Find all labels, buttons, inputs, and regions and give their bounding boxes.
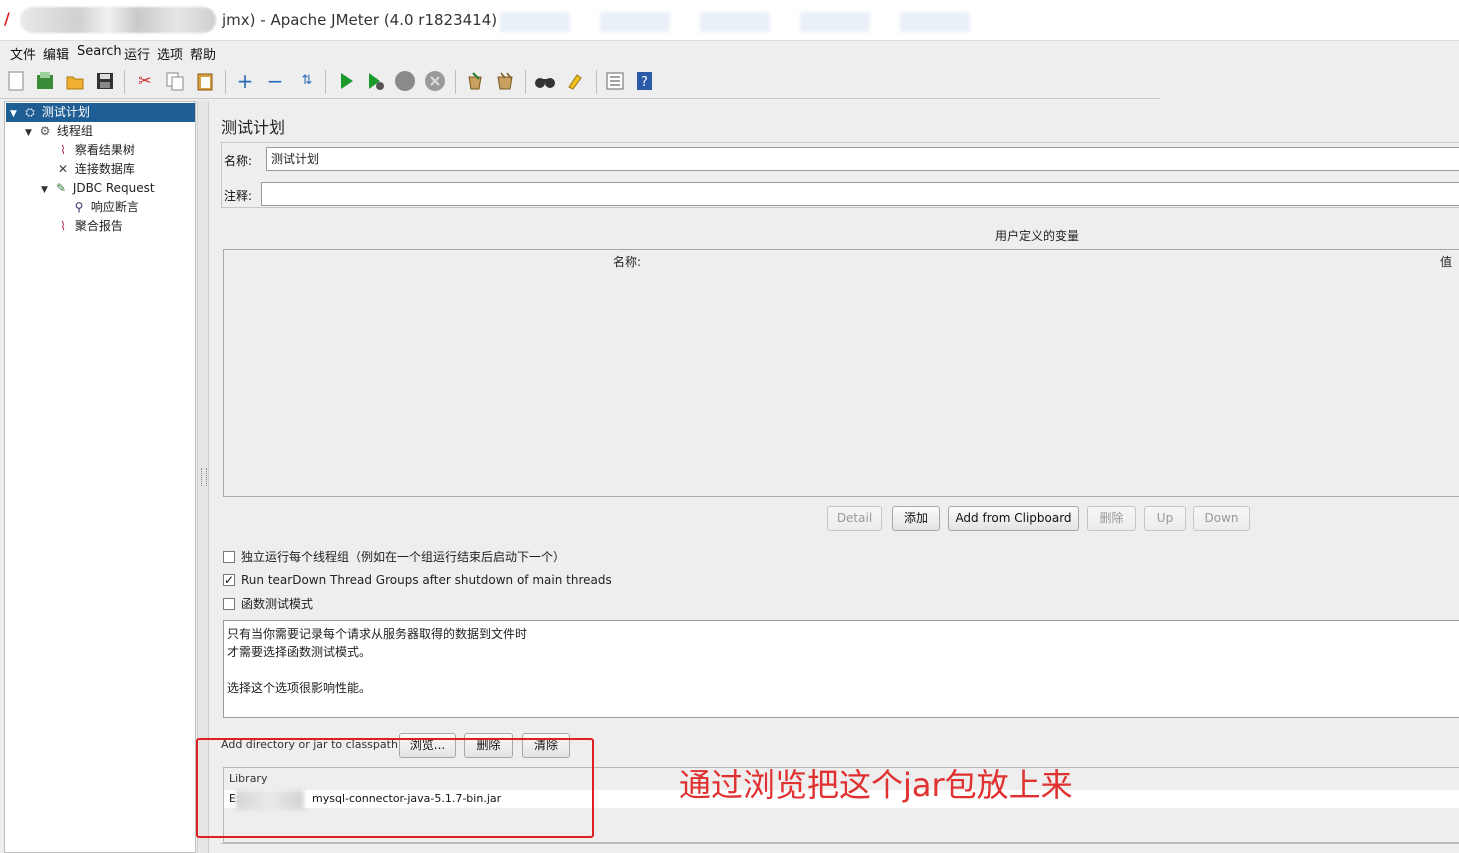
note-line: 才需要选择函数测试模式。 [227,645,372,659]
clear-all-icon[interactable] [494,70,516,92]
window-title: jmx) - Apache JMeter (4.0 r1823414) [222,11,498,29]
templates-icon[interactable] [34,70,56,92]
teardown-on-shutdown-checkbox[interactable] [223,571,235,589]
new-icon[interactable] [5,70,27,92]
toolbar: ✂ + − ⇅ ? [0,64,1160,99]
menu-search[interactable]: Search [77,44,122,59]
toolbar-separator [225,70,226,94]
test-plan-icon: ⛭ [25,105,35,119]
user-defined-variables-title: 用户定义的变量 [995,229,1080,243]
assertion-icon: ⚲ [74,200,84,214]
annotation-text: 通过浏览把这个jar包放上来 [679,766,1073,804]
blurred-browser-tabs [500,12,1000,32]
shutdown-icon[interactable] [424,70,446,92]
toggle-icon[interactable]: ⇅ [296,70,318,92]
name-input[interactable]: 测试计划 [266,147,1459,171]
note-line: 选择这个选项很影响性能。 [227,681,372,695]
column-header-value[interactable]: 值 [1440,253,1452,270]
tree-item-label: 响应断言 [90,200,139,214]
add-button[interactable]: 添加 [892,506,940,531]
menu-run[interactable]: 运行 [124,44,150,63]
split-handle[interactable] [201,468,207,486]
toolbar-separator [124,70,125,94]
checkbox-label: 函数测试模式 [241,597,314,611]
tree-item-label: JDBC Request [72,181,155,195]
collapse-icon[interactable]: − [264,70,286,92]
listener-icon: ⌇ [60,219,66,233]
function-helper-icon[interactable] [604,70,626,92]
svg-text:?: ? [641,75,648,90]
menu-edit[interactable]: 编辑 [43,44,69,63]
tree-toggle[interactable]: ▼ [41,181,53,200]
tree-item-view-results-tree[interactable]: ⌇ 察看结果树 [55,141,135,160]
search-icon[interactable] [534,70,556,92]
tree-item-jdbc-request[interactable]: ▼ ✎ JDBC Request [41,179,155,198]
toolbar-separator [455,70,456,94]
blurred-title-prefix [20,7,216,33]
toolbar-separator [596,70,597,94]
divider [221,843,1459,844]
tree-item-label: 线程组 [56,124,93,138]
start-icon[interactable] [335,70,357,92]
down-button[interactable]: Down [1193,506,1250,531]
clear-icon[interactable] [464,70,486,92]
jmeter-feather-icon: / [4,9,10,28]
functional-mode-note: 只有当你需要记录每个请求从服务器取得的数据到文件时 才需要选择函数测试模式。 选… [223,620,1459,718]
menu-bar: 文件 编辑 Search 运行 选项 帮助 [0,41,1459,63]
functional-test-mode-option[interactable]: 函数测试模式 [223,595,313,613]
page-title: 测试计划 [221,118,286,137]
up-button[interactable]: Up [1144,506,1186,531]
config-icon: ✕ [57,162,69,176]
tree-item-thread-group[interactable]: ▼ ⚙ 线程组 [25,122,93,141]
tree-item-label: 聚合报告 [74,219,123,233]
name-label: 名称: [224,154,253,168]
copy-icon[interactable] [164,70,186,92]
save-icon[interactable] [94,70,116,92]
annotation-highlight-box [196,738,594,838]
functional-test-mode-checkbox[interactable] [223,598,235,610]
detail-button[interactable]: Detail [827,506,882,531]
menu-help[interactable]: 帮助 [190,44,216,63]
open-icon[interactable] [64,70,86,92]
name-comment-box: 名称: 测试计划 注释: [221,142,1459,208]
tree-item-aggregate-report[interactable]: ⌇ 聚合报告 [55,217,123,236]
toolbar-separator [525,70,526,94]
delete-button[interactable]: 删除 [1087,506,1136,531]
teardown-on-shutdown-option[interactable]: Run tearDown Thread Groups after shutdow… [223,571,612,589]
menu-file[interactable]: 文件 [10,44,36,63]
title-bar: / jmx) - Apache JMeter (4.0 r1823414) [0,0,1459,41]
cut-icon[interactable]: ✂ [134,70,156,92]
tree-item-label: 连接数据库 [74,162,135,176]
tree-item-label: 察看结果树 [74,143,135,157]
tree-item-jdbc-config[interactable]: ✕ 连接数据库 [55,160,135,179]
tree-item-response-assertion[interactable]: ⚲ 响应断言 [71,198,139,217]
tree-item-label: 测试计划 [41,105,90,119]
stop-icon[interactable] [394,70,416,92]
menu-options[interactable]: 选项 [157,44,183,63]
start-no-pause-icon[interactable] [364,70,386,92]
expand-icon[interactable]: + [234,70,256,92]
serialize-thread-groups-checkbox[interactable] [223,551,235,563]
column-header-name[interactable]: 名称: [613,253,641,270]
reset-search-icon[interactable] [564,70,586,92]
toolbar-separator [325,70,326,94]
help-icon[interactable]: ? [634,70,656,92]
thread-group-icon: ⚙ [39,124,51,138]
serialize-thread-groups-option[interactable]: 独立运行每个线程组（例如在一个组运行结束后启动下一个） [223,548,565,566]
paste-icon[interactable] [194,70,216,92]
add-from-clipboard-button[interactable]: Add from Clipboard [948,506,1079,531]
comment-label: 注释: [224,189,253,203]
sampler-icon: ✎ [55,181,67,195]
comment-input[interactable] [261,182,1459,206]
test-plan-tree: ▼ ⛭ 测试计划 ▼ ⚙ 线程组 ⌇ 察看结果树 ✕ 连接数据库 ▼ ✎ JDBC R… [4,101,196,853]
variables-table[interactable]: 名称: 值 [223,249,1459,497]
checkbox-label: 独立运行每个线程组（例如在一个组运行结束后启动下一个） [241,550,566,564]
tree-toggle[interactable]: ▼ [25,124,37,143]
listener-icon: ⌇ [60,143,66,157]
tree-toggle[interactable]: ▼ [10,105,22,124]
note-line: 只有当你需要记录每个请求从服务器取得的数据到文件时 [227,627,528,641]
checkbox-label: Run tearDown Thread Groups after shutdow… [241,573,612,587]
tree-item-test-plan[interactable]: ▼ ⛭ 测试计划 [6,103,195,122]
